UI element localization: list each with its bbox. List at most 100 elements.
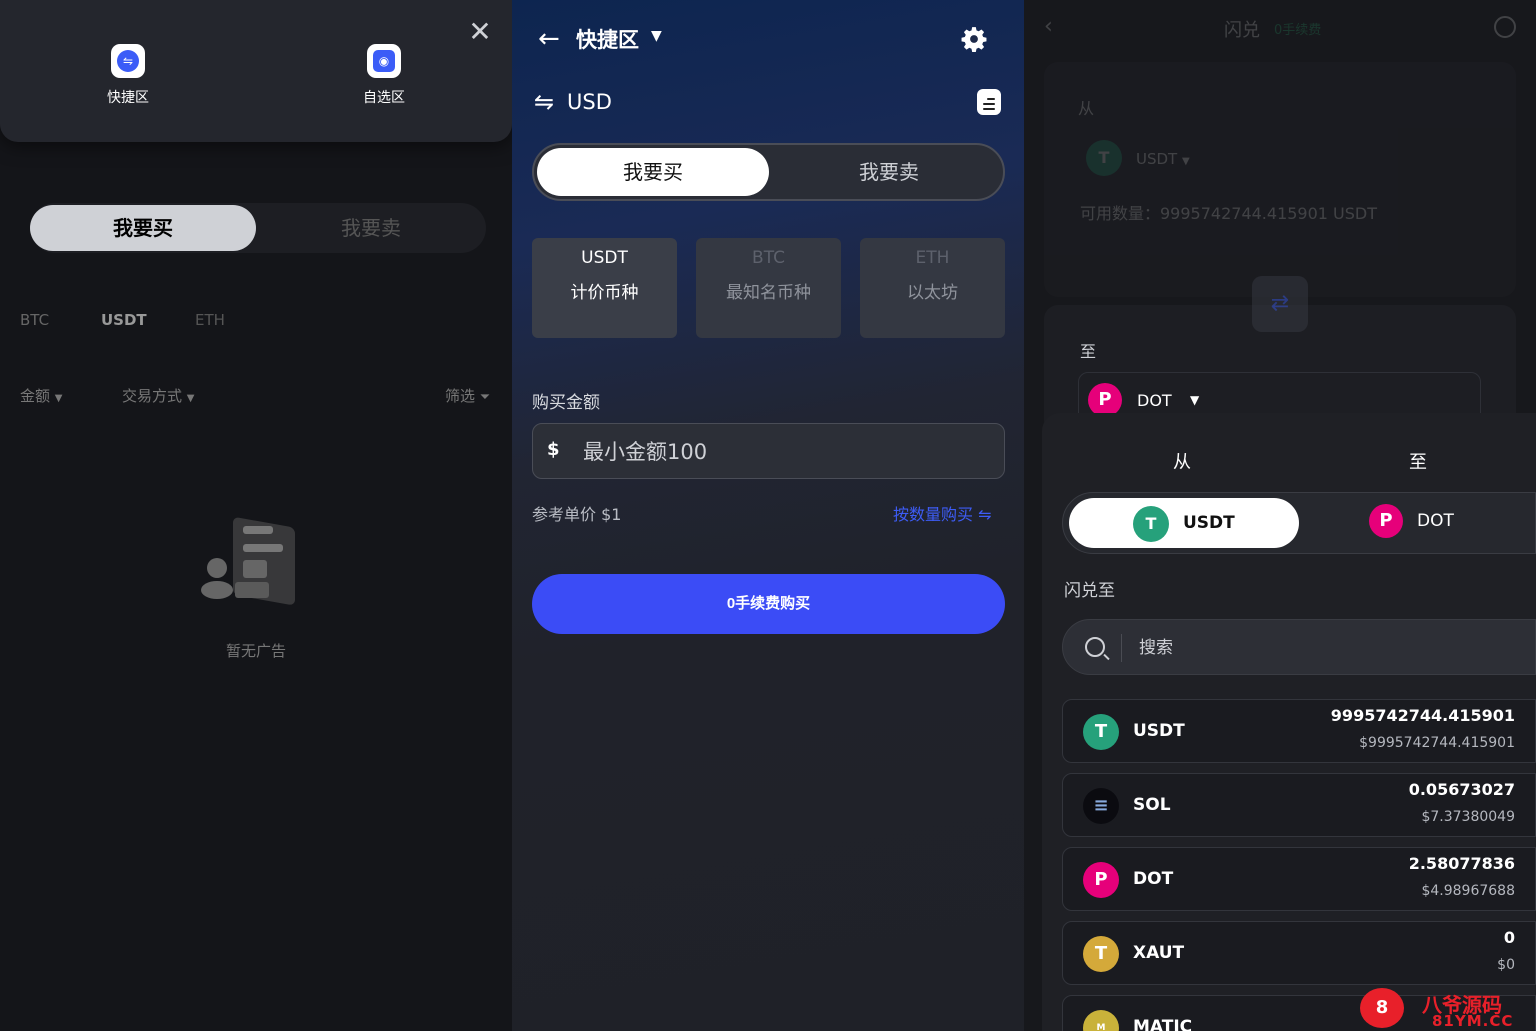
coin-symbol: DOT	[1133, 869, 1174, 889]
watermark: 8 八爷源码 81YM.CC	[1360, 985, 1536, 1031]
filter-label: 筛选	[445, 387, 476, 405]
coin-card-subtitle: 最知名币种	[726, 283, 811, 303]
coin-tab-usdt[interactable]: USDT	[101, 311, 147, 329]
back-chevron-icon[interactable]: ‹	[1044, 14, 1053, 39]
coin-card-usdt[interactable]: USDT 计价币种	[532, 238, 677, 338]
usdt-coin-icon: T	[1086, 140, 1122, 176]
search-divider	[1121, 634, 1122, 662]
usdt-coin-icon: T	[1083, 714, 1119, 750]
flash-swap-to-label: 闪兑至	[1064, 581, 1115, 601]
coin-card-title: USDT	[581, 248, 628, 268]
zone-switch-popup: ⇋ 快捷区 ◉ 自选区 ✕	[0, 0, 512, 142]
swap-direction-icon[interactable]: ⇄	[1252, 276, 1308, 332]
fiat-currency-label[interactable]: USD	[567, 90, 612, 114]
buy-sell-toggle: 我要买 我要卖	[30, 203, 486, 253]
coin-card-subtitle: 计价币种	[570, 283, 639, 303]
coin-row-dot[interactable]: P DOT 2.58077836 $4.98967688	[1062, 847, 1536, 911]
caret-down-icon[interactable]: ▼	[651, 28, 662, 44]
from-coin-selector[interactable]: USDT ▼	[1136, 150, 1190, 168]
dot-coin-icon: P	[1369, 504, 1403, 538]
popup-item-label: 自选区	[363, 90, 405, 106]
coin-card-title: ETH	[915, 248, 950, 268]
close-icon[interactable]: ✕	[466, 18, 494, 46]
amount-filter[interactable]: 金额 ▼	[20, 385, 63, 406]
from-label: 从	[1078, 99, 1095, 118]
watermark-url: 81YM.CC	[1432, 1012, 1514, 1030]
gear-icon[interactable]	[961, 26, 987, 52]
from-option-usdt[interactable]: T USDT	[1069, 498, 1299, 548]
buy-tab[interactable]: 我要买	[30, 205, 256, 251]
coin-symbol: MATIC	[1133, 1017, 1193, 1031]
search-icon	[1085, 637, 1105, 657]
to-option-dot[interactable]: DOT	[1417, 511, 1454, 531]
coin-usd-value: $4.98967688	[1421, 883, 1515, 899]
coin-tab-btc[interactable]: BTC	[20, 311, 49, 329]
popup-item-watchlist-zone[interactable]: ◉ 自选区	[344, 44, 424, 107]
swap-currency-icon[interactable]: ⇋	[534, 88, 554, 116]
coin-symbol: SOL	[1133, 795, 1171, 815]
quick-zone-icon: ⇋	[111, 44, 145, 78]
caret-down-icon: ▼	[54, 393, 63, 404]
coin-usd-value: $7.37380049	[1421, 809, 1515, 825]
reference-price: 参考单价 $1	[532, 505, 622, 524]
sell-tab[interactable]: 我要卖	[774, 148, 1004, 196]
flash-swap-panel: ‹ 闪兑 0手续费 从 T USDT ▼ 可用数量：9995742744.415…	[1024, 0, 1536, 1031]
from-option-label: USDT	[1183, 513, 1235, 533]
caret-down-icon: ▼	[1182, 156, 1190, 167]
coin-row-sol[interactable]: ≡ SOL 0.05673027 $7.37380049	[1062, 773, 1536, 837]
zero-fee-badge: 0手续费	[1274, 23, 1322, 38]
from-to-selector: T USDT P DOT	[1062, 492, 1536, 554]
trade-method-filter[interactable]: 交易方式 ▼	[122, 385, 195, 406]
coin-symbol: XAUT	[1133, 943, 1185, 963]
funnel-icon: ⏷	[479, 390, 491, 405]
coin-symbol: USDT	[1133, 721, 1185, 741]
buy-by-quantity-link[interactable]: 按数量购买 ⇋	[893, 501, 992, 525]
coin-card-subtitle: 以太坊	[907, 283, 958, 303]
p2p-market-panel: ⇋ 快捷区 ◉ 自选区 ✕ 我要买 我要卖 BTC USDT ETH 金额 ▼ …	[0, 0, 512, 1031]
purchase-amount-label: 购买金额	[532, 393, 600, 413]
sell-tab[interactable]: 我要卖	[256, 205, 486, 251]
caret-down-icon: ▼	[186, 393, 195, 404]
coin-card-btc[interactable]: BTC 最知名币种	[696, 238, 841, 338]
from-card	[1044, 62, 1516, 297]
amount-input[interactable]	[583, 432, 983, 472]
back-arrow-icon[interactable]: ←	[538, 24, 560, 54]
search-input[interactable]	[1139, 628, 1519, 668]
coin-card-title: BTC	[752, 248, 785, 268]
history-clock-icon[interactable]	[1494, 16, 1516, 38]
dot-coin-icon: P	[1083, 862, 1119, 898]
coin-row-xaut[interactable]: T XAUT 0 $0	[1062, 921, 1536, 985]
coin-row-usdt[interactable]: T USDT 9995742744.415901 $9995742744.415…	[1062, 699, 1536, 763]
to-label: 至	[1080, 342, 1097, 361]
sheet-tab-to[interactable]: 至	[1409, 448, 1427, 474]
quick-buy-panel: ← 快捷区 ▼ ⇋ USD 我要买 我要卖 USDT 计价币种 BTC 最知名币…	[512, 0, 1024, 1031]
usdt-coin-icon: T	[1133, 506, 1169, 542]
coin-search-bar[interactable]	[1062, 619, 1536, 675]
filter-button[interactable]: 筛选 ⏷	[445, 385, 490, 406]
dot-coin-icon: P	[1088, 383, 1122, 417]
to-coin-symbol: DOT	[1137, 391, 1172, 410]
sheet-tab-from[interactable]: 从	[1173, 448, 1191, 474]
dollar-sign: $	[547, 439, 560, 460]
buy-sell-toggle: 我要买 我要卖	[532, 143, 1005, 201]
order-document-icon[interactable]	[977, 89, 1001, 115]
matic-coin-icon: M	[1083, 1010, 1119, 1031]
buy-tab[interactable]: 我要买	[537, 148, 769, 196]
coin-card-eth[interactable]: ETH 以太坊	[860, 238, 1005, 338]
coin-balance: 0.05673027	[1408, 780, 1515, 799]
watermark-logo: 8	[1360, 988, 1404, 1028]
purchase-amount-field[interactable]: $	[532, 423, 1005, 479]
coin-balance: 0	[1503, 928, 1515, 947]
coin-balance: 9995742744.415901	[1330, 706, 1515, 725]
caret-down-icon[interactable]: ▼	[1190, 393, 1199, 407]
coin-usd-value: $0	[1497, 957, 1515, 973]
empty-state-text: 暂无广告	[225, 642, 286, 660]
coin-tab-eth[interactable]: ETH	[195, 311, 225, 329]
trade-method-label: 交易方式	[122, 387, 183, 405]
zero-fee-buy-button[interactable]: 0手续费购买	[532, 574, 1005, 634]
page-title[interactable]: 快捷区	[576, 24, 639, 54]
page-title: 闪兑	[1224, 20, 1260, 41]
popup-item-quick-zone[interactable]: ⇋ 快捷区	[88, 44, 168, 107]
empty-ads-illustration	[201, 517, 295, 605]
available-balance: 可用数量：9995742744.415901 USDT	[1080, 204, 1378, 223]
